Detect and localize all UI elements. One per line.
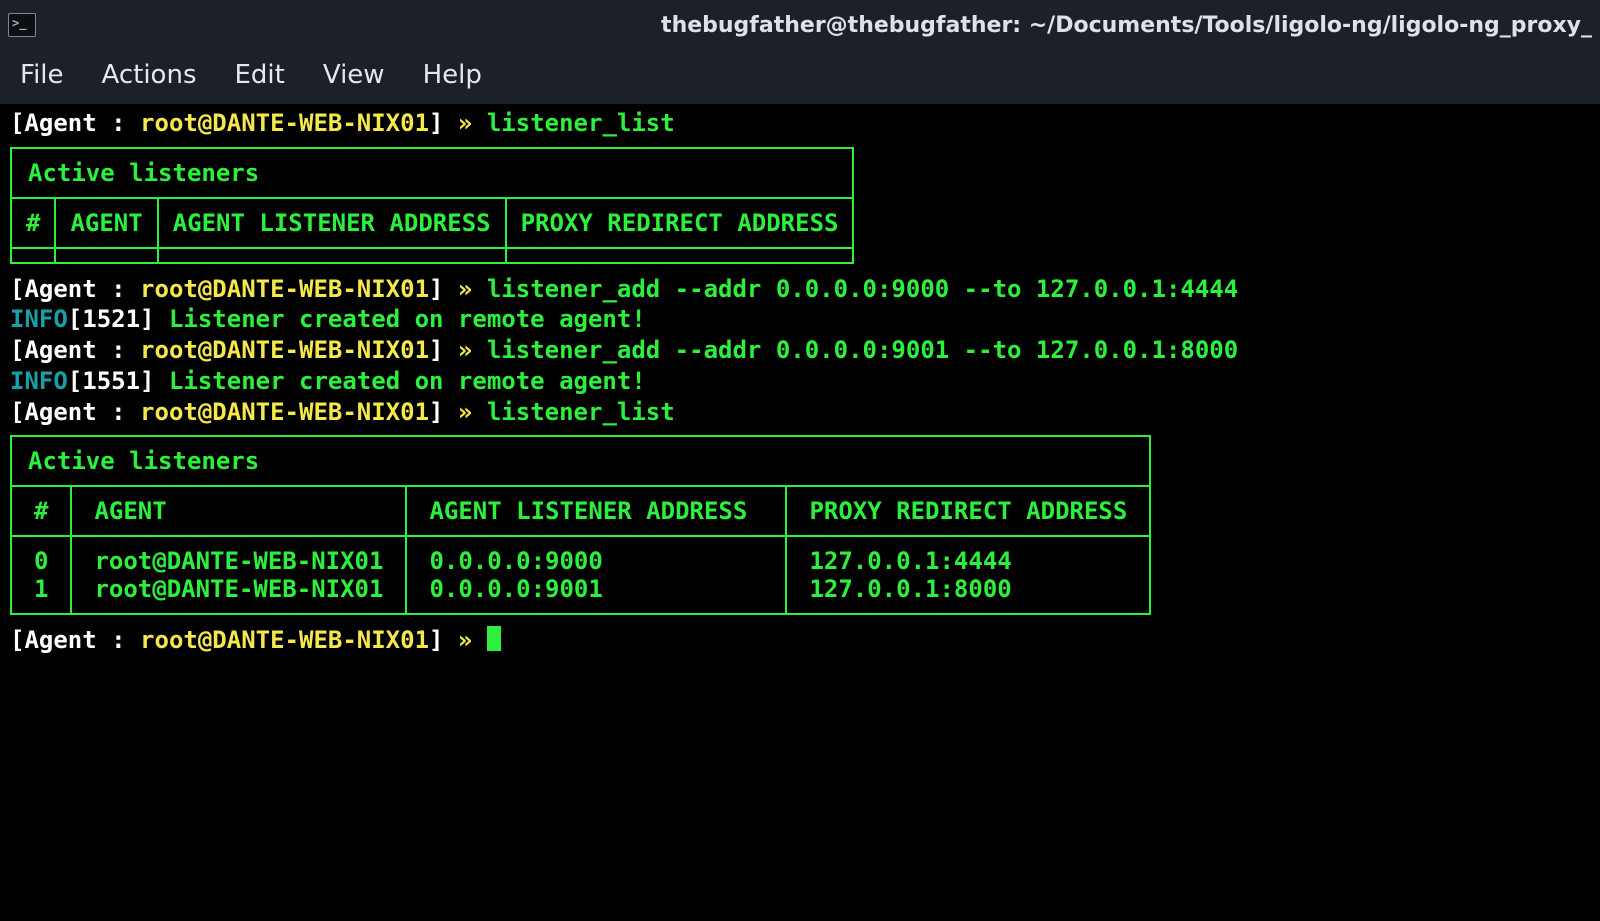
table-caption: Active listeners xyxy=(12,149,852,199)
col-listener-addr: AGENT LISTENER ADDRESS xyxy=(158,199,506,248)
prompt-line: [Agent : root@DANTE-WEB-NIX01] » listene… xyxy=(10,335,1590,366)
cmd-listener-list: listener_list xyxy=(487,109,675,137)
cell-agent: root@DANTE-WEB-NIX01 xyxy=(71,536,406,575)
prompt-bracket-close: ] xyxy=(429,109,443,137)
prompt-agent: root@DANTE-WEB-NIX01 xyxy=(140,398,429,426)
info-msg: Listener created on remote agent! xyxy=(155,367,646,395)
menu-edit[interactable]: Edit xyxy=(235,60,285,90)
col-agent: AGENT xyxy=(71,487,406,536)
terminal-output[interactable]: [Agent : root@DANTE-WEB-NIX01] » listene… xyxy=(0,104,1600,666)
prompt-bracket-close: ] xyxy=(429,398,443,426)
info-prefix: INFO xyxy=(10,305,68,333)
menu-bar: File Actions Edit View Help xyxy=(0,50,1600,104)
prompt-agent: root@DANTE-WEB-NIX01 xyxy=(140,336,429,364)
info-line: INFO[1521] Listener created on remote ag… xyxy=(10,304,1590,335)
prompt-arrow: » xyxy=(443,398,472,426)
cmd-listener-add: listener_add --addr 0.0.0.0:9001 --to 12… xyxy=(487,336,1238,364)
prompt-line: [Agent : root@DANTE-WEB-NIX01] » listene… xyxy=(10,274,1590,305)
window-title: thebugfather@thebugfather: ~/Documents/T… xyxy=(52,13,1592,38)
cell-listener-addr: 0.0.0.0:9001 xyxy=(406,575,786,613)
prompt-bracket-close: ] xyxy=(429,336,443,364)
info-line: INFO[1551] Listener created on remote ag… xyxy=(10,366,1590,397)
prompt-line[interactable]: [Agent : root@DANTE-WEB-NIX01] » xyxy=(10,625,1590,656)
cell-empty xyxy=(55,248,157,262)
prompt-arrow: » xyxy=(443,626,472,654)
prompt-space xyxy=(472,398,486,426)
table-header-row: # AGENT AGENT LISTENER ADDRESS PROXY RED… xyxy=(12,487,1149,536)
prompt-bracket-open: [ xyxy=(10,398,24,426)
col-proxy-addr: PROXY REDIRECT ADDRESS xyxy=(786,487,1149,536)
cell-empty xyxy=(506,248,853,262)
cell-proxy-addr: 127.0.0.1:4444 xyxy=(786,536,1149,575)
prompt-label: Agent : xyxy=(24,626,140,654)
prompt-label: Agent : xyxy=(24,275,140,303)
col-agent: AGENT xyxy=(55,199,157,248)
prompt-label: Agent : xyxy=(24,109,140,137)
cmd-listener-add: listener_add --addr 0.0.0.0:9000 --to 12… xyxy=(487,275,1238,303)
prompt-space xyxy=(472,626,486,654)
cell-empty xyxy=(12,248,55,262)
listeners-table: Active listeners # AGENT AGENT LISTENER … xyxy=(10,435,1151,615)
prompt-space xyxy=(472,336,486,364)
prompt-label: Agent : xyxy=(24,336,140,364)
prompt-arrow: » xyxy=(443,336,472,364)
prompt-space xyxy=(472,275,486,303)
info-code: [1521] xyxy=(68,305,155,333)
cell-index: 1 xyxy=(12,575,71,613)
col-index: # xyxy=(12,199,55,248)
table-row: 0 root@DANTE-WEB-NIX01 0.0.0.0:9000 127.… xyxy=(12,536,1149,575)
col-proxy-addr: PROXY REDIRECT ADDRESS xyxy=(506,199,853,248)
prompt-space xyxy=(472,109,486,137)
prompt-bracket-open: [ xyxy=(10,109,24,137)
cell-empty xyxy=(158,248,506,262)
table-row: 1 root@DANTE-WEB-NIX01 0.0.0.0:9001 127.… xyxy=(12,575,1149,613)
table-caption: Active listeners xyxy=(12,437,1149,487)
cmd-listener-list: listener_list xyxy=(487,398,675,426)
col-listener-addr: AGENT LISTENER ADDRESS xyxy=(406,487,786,536)
prompt-line: [Agent : root@DANTE-WEB-NIX01] » listene… xyxy=(10,108,1590,139)
prompt-agent: root@DANTE-WEB-NIX01 xyxy=(140,626,429,654)
info-prefix: INFO xyxy=(10,367,68,395)
prompt-line: [Agent : root@DANTE-WEB-NIX01] » listene… xyxy=(10,397,1590,428)
prompt-label: Agent : xyxy=(24,398,140,426)
prompt-bracket-open: [ xyxy=(10,626,24,654)
prompt-arrow: » xyxy=(443,109,472,137)
cursor-icon xyxy=(487,626,501,651)
cell-agent: root@DANTE-WEB-NIX01 xyxy=(71,575,406,613)
prompt-arrow: » xyxy=(443,275,472,303)
prompt-agent: root@DANTE-WEB-NIX01 xyxy=(140,275,429,303)
window-titlebar: >_ thebugfather@thebugfather: ~/Document… xyxy=(0,0,1600,50)
prompt-agent: root@DANTE-WEB-NIX01 xyxy=(140,109,429,137)
prompt-bracket-close: ] xyxy=(429,275,443,303)
menu-file[interactable]: File xyxy=(20,60,64,90)
menu-actions[interactable]: Actions xyxy=(102,60,197,90)
prompt-bracket-close: ] xyxy=(429,626,443,654)
info-code: [1551] xyxy=(68,367,155,395)
cell-proxy-addr: 127.0.0.1:8000 xyxy=(786,575,1149,613)
menu-help[interactable]: Help xyxy=(423,60,482,90)
terminal-icon: >_ xyxy=(8,13,36,37)
info-msg: Listener created on remote agent! xyxy=(155,305,646,333)
prompt-bracket-open: [ xyxy=(10,275,24,303)
menu-view[interactable]: View xyxy=(323,60,385,90)
table-header-row: # AGENT AGENT LISTENER ADDRESS PROXY RED… xyxy=(12,199,852,248)
prompt-bracket-open: [ xyxy=(10,336,24,364)
col-index: # xyxy=(12,487,71,536)
listeners-table-empty: Active listeners # AGENT AGENT LISTENER … xyxy=(10,147,854,264)
cell-index: 0 xyxy=(12,536,71,575)
cell-listener-addr: 0.0.0.0:9000 xyxy=(406,536,786,575)
table-row xyxy=(12,248,852,262)
